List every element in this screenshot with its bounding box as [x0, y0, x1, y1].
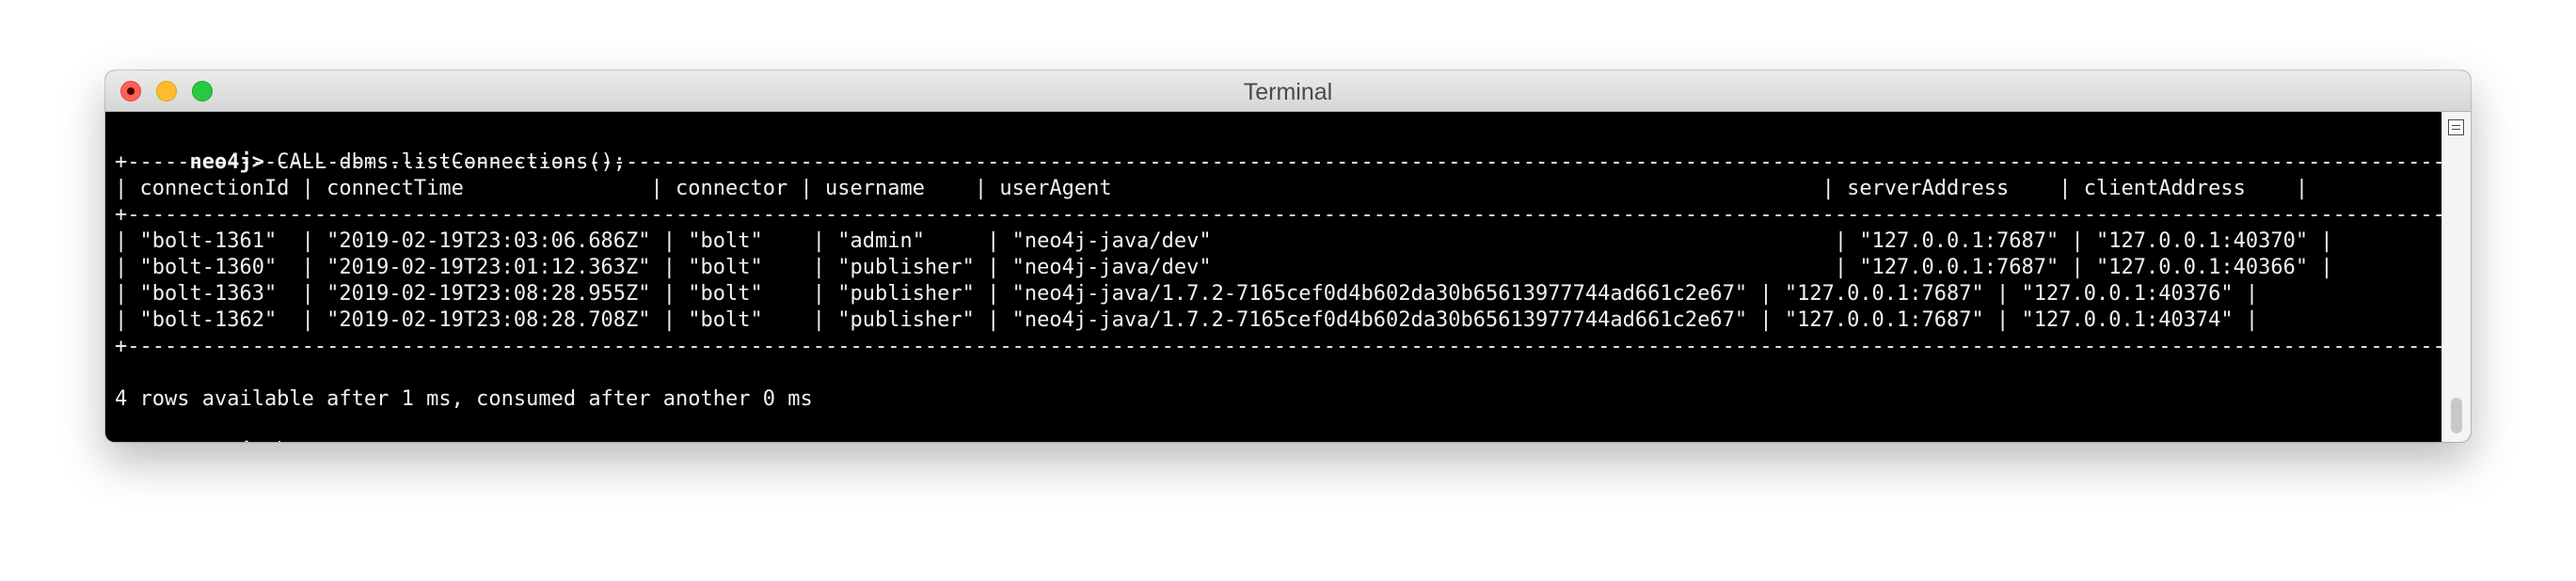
vertical-scrollbar[interactable] — [2441, 112, 2471, 442]
table-row: | "bolt-1361" | "2019-02-19T23:03:06.686… — [115, 229, 2333, 253]
title-bar[interactable]: Terminal — [105, 71, 2471, 112]
table-separator-top: +---------------------------------------… — [115, 150, 2441, 174]
table-row: | "bolt-1363" | "2019-02-19T23:08:28.955… — [115, 282, 2259, 306]
table-separator-header: +---------------------------------------… — [115, 203, 2441, 227]
text-cursor — [278, 441, 281, 442]
current-prompt-line: neo4j> — [115, 413, 281, 442]
table-header: | connectionId | connectTime | connector… — [115, 177, 2309, 200]
scroll-thumb[interactable] — [2451, 398, 2462, 433]
hamburger-icon[interactable] — [2448, 119, 2464, 135]
terminal-output[interactable]: neo4j> CALL dbms.listConnections(); +---… — [105, 112, 2441, 442]
window-title: Terminal — [1243, 79, 1333, 105]
summary-line: 4 rows available after 1 ms, consumed af… — [115, 387, 813, 411]
prompt-label: neo4j> — [189, 440, 263, 442]
terminal-window: Terminal neo4j> CALL dbms.listConnection… — [105, 71, 2471, 442]
table-separator-bottom: +---------------------------------------… — [115, 335, 2441, 358]
table-row: | "bolt-1362" | "2019-02-19T23:08:28.708… — [115, 308, 2259, 332]
command-line: neo4j> CALL dbms.listConnections(); — [115, 123, 626, 174]
table-row: | "bolt-1360" | "2019-02-19T23:01:12.363… — [115, 256, 2333, 279]
